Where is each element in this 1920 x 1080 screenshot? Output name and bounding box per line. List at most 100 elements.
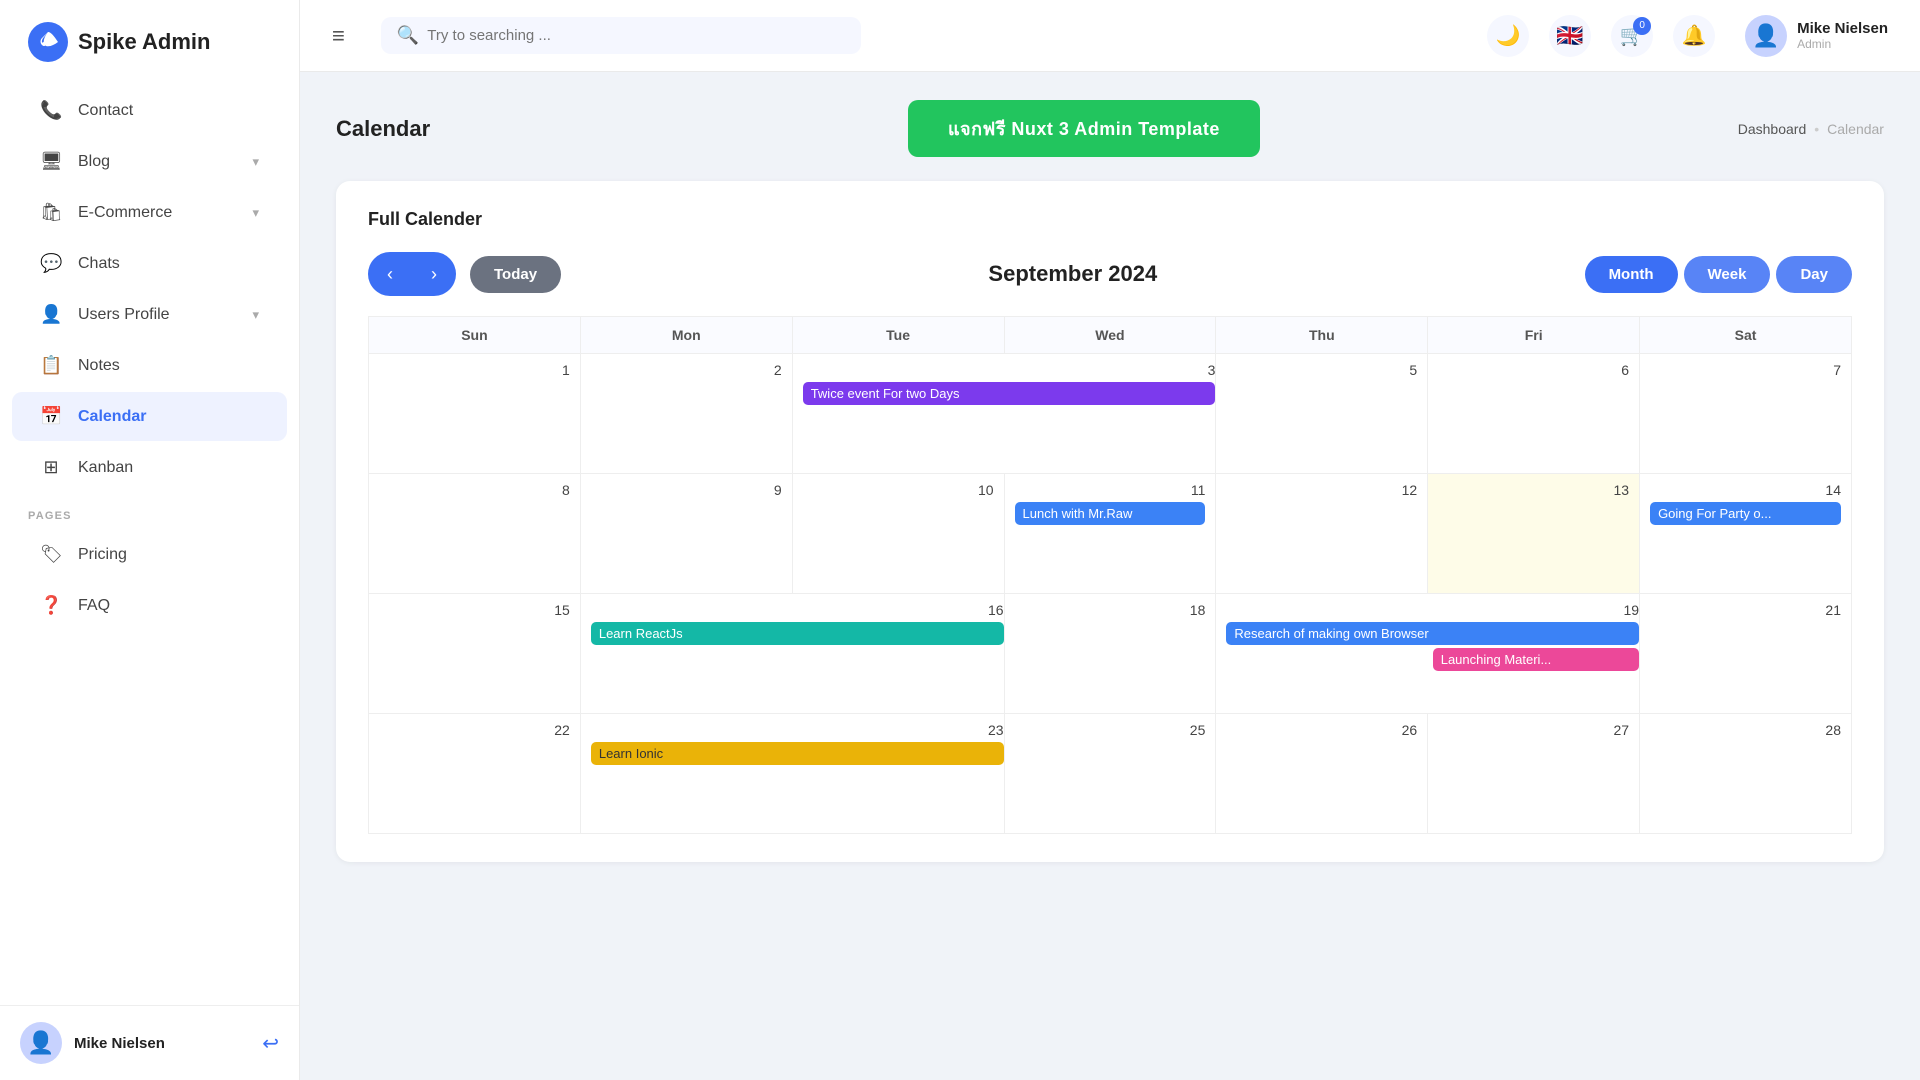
cell-sep7: 7	[1640, 354, 1852, 474]
event-lunch[interactable]: Lunch with Mr.Raw	[1015, 502, 1206, 525]
cell-sep25: 25	[1004, 714, 1216, 834]
notification-icon[interactable]: 🔔	[1673, 15, 1715, 57]
header: ≡ 🔍 🌙 🇬🇧 🛒 0 🔔 👤 Mike Nielsen Admin	[300, 0, 1920, 72]
event-ionic[interactable]: Learn Ionic	[591, 742, 1004, 765]
sidebar-item-users-profile[interactable]: 👤 Users Profile ▾	[12, 290, 287, 339]
sidebar-label-faq: FAQ	[78, 597, 110, 615]
day-view-button[interactable]: Day	[1776, 256, 1852, 293]
sidebar-item-blog[interactable]: 🖥 Blog ▾	[12, 137, 287, 186]
chevron-down-icon: ▾	[252, 205, 259, 221]
tag-icon: 🏷	[40, 544, 62, 565]
event-twice[interactable]: Twice event For two Days	[803, 382, 1216, 405]
cart-icon[interactable]: 🛒 0	[1611, 15, 1653, 57]
calendar-card: Full Calender ‹ › Today September 2024 M…	[336, 181, 1884, 862]
cell-sep11: 11 Lunch with Mr.Raw	[1004, 474, 1216, 594]
week-view-button[interactable]: Week	[1684, 256, 1771, 293]
month-view-button[interactable]: Month	[1585, 256, 1678, 293]
sidebar-item-contact[interactable]: 📞 Contact	[12, 86, 287, 135]
today-button[interactable]: Today	[470, 256, 561, 293]
cell-sep16: 16 Learn ReactJs	[580, 594, 1004, 714]
sidebar-nav: 📞 Contact 🖥 Blog ▾ 🛍 E-Commerce ▾ 💬 Chat…	[0, 84, 299, 1005]
sidebar-label-chats: Chats	[78, 255, 120, 273]
col-fri: Fri	[1428, 317, 1640, 354]
chevron-down-icon: ▾	[252, 307, 259, 323]
cell-sep21: 21	[1640, 594, 1852, 714]
table-row: 8 9 10 11 Lunch with Mr.Raw 12 13 14 Goi…	[369, 474, 1852, 594]
calendar-view-buttons: Month Week Day	[1585, 256, 1852, 293]
page-title: Calendar	[336, 116, 430, 142]
rocket-icon	[36, 30, 60, 54]
pages-section-label: PAGES	[0, 494, 299, 528]
sidebar-item-notes[interactable]: 📋 Notes	[12, 341, 287, 390]
cell-sep13: 13	[1428, 474, 1640, 594]
menu-icon[interactable]: ≡	[332, 23, 345, 49]
dark-mode-toggle[interactable]: 🌙	[1487, 15, 1529, 57]
cell-sep9: 9	[580, 474, 792, 594]
sidebar-label-ecommerce: E-Commerce	[78, 204, 172, 222]
event-research[interactable]: Research of making own Browser	[1226, 622, 1639, 645]
breadcrumb: Dashboard • Calendar	[1738, 121, 1884, 137]
sidebar-item-chats[interactable]: 💬 Chats	[12, 239, 287, 288]
cell-sep12: 12	[1216, 474, 1428, 594]
sidebar-item-calendar[interactable]: 📅 Calendar	[12, 392, 287, 441]
calendar-section-title: Full Calender	[368, 209, 1852, 230]
event-reactjs[interactable]: Learn ReactJs	[591, 622, 1004, 645]
calendar-grid: Sun Mon Tue Wed Thu Fri Sat 1 2	[368, 316, 1852, 834]
sidebar-item-pricing[interactable]: 🏷 Pricing	[12, 530, 287, 579]
sidebar-item-faq[interactable]: ❓ FAQ	[12, 581, 287, 630]
main-area: ≡ 🔍 🌙 🇬🇧 🛒 0 🔔 👤 Mike Nielsen Admin	[300, 0, 1920, 1080]
cell-sep5: 5	[1216, 354, 1428, 474]
cell-sep27: 27	[1428, 714, 1640, 834]
event-launching[interactable]: Launching Materi...	[1433, 648, 1639, 671]
flag-icon[interactable]: 🇬🇧	[1549, 15, 1591, 57]
col-mon: Mon	[580, 317, 792, 354]
app-logo[interactable]: Spike Admin	[0, 0, 299, 84]
question-icon: ❓	[40, 595, 62, 616]
header-avatar: 👤	[1745, 15, 1787, 57]
breadcrumb-home[interactable]: Dashboard	[1738, 121, 1807, 137]
notes-icon: 📋	[40, 355, 62, 376]
promo-banner[interactable]: แจกฟรี Nuxt 3 Admin Template	[908, 100, 1260, 157]
user-icon: 👤	[40, 304, 62, 325]
breadcrumb-current: Calendar	[1827, 121, 1884, 137]
header-user: 👤 Mike Nielsen Admin	[1745, 15, 1888, 57]
monitor-icon: 🖥	[40, 151, 62, 172]
prev-month-button[interactable]: ‹	[368, 252, 412, 296]
sidebar-label-calendar: Calendar	[78, 408, 146, 426]
cell-sep18: 18	[1004, 594, 1216, 714]
calendar-nav-buttons: ‹ ›	[368, 252, 456, 296]
sidebar-label-notes: Notes	[78, 357, 120, 375]
phone-icon: 📞	[40, 100, 62, 121]
sidebar-item-ecommerce[interactable]: 🛍 E-Commerce ▾	[12, 188, 287, 237]
cart-badge: 0	[1633, 17, 1651, 35]
cell-sep1: 1	[369, 354, 581, 474]
footer-avatar: 👤	[20, 1022, 62, 1064]
col-tue: Tue	[792, 317, 1004, 354]
footer-user-name: Mike Nielsen	[74, 1035, 165, 1052]
cell-sep3: 3 Twice event For two Days	[792, 354, 1216, 474]
table-row: 22 23 Learn Ionic 25 26 27 28	[369, 714, 1852, 834]
col-wed: Wed	[1004, 317, 1216, 354]
sidebar-footer: 👤 Mike Nielsen ↩	[0, 1005, 299, 1080]
search-icon: 🔍	[397, 25, 419, 46]
shopping-icon: 🛍	[40, 202, 62, 223]
logo-icon	[28, 22, 68, 62]
footer-user-info: Mike Nielsen	[74, 1035, 165, 1052]
event-party[interactable]: Going For Party o...	[1650, 502, 1841, 525]
header-user-info: Mike Nielsen Admin	[1797, 20, 1888, 51]
cell-sep15: 15	[369, 594, 581, 714]
app-name: Spike Admin	[78, 29, 210, 55]
search-bar[interactable]: 🔍	[381, 17, 861, 54]
table-row: 15 16 Learn ReactJs 18 19 Research of ma…	[369, 594, 1852, 714]
logout-icon[interactable]: ↩	[262, 1031, 279, 1056]
cell-sep8: 8	[369, 474, 581, 594]
sidebar-label-kanban: Kanban	[78, 459, 133, 477]
col-sun: Sun	[369, 317, 581, 354]
next-month-button[interactable]: ›	[412, 252, 456, 296]
breadcrumb-separator: •	[1814, 121, 1819, 137]
search-input[interactable]	[427, 27, 845, 44]
cell-sep10: 10	[792, 474, 1004, 594]
col-sat: Sat	[1640, 317, 1852, 354]
sidebar-item-kanban[interactable]: ⊞ Kanban	[12, 443, 287, 492]
cell-sep14: 14 Going For Party o...	[1640, 474, 1852, 594]
